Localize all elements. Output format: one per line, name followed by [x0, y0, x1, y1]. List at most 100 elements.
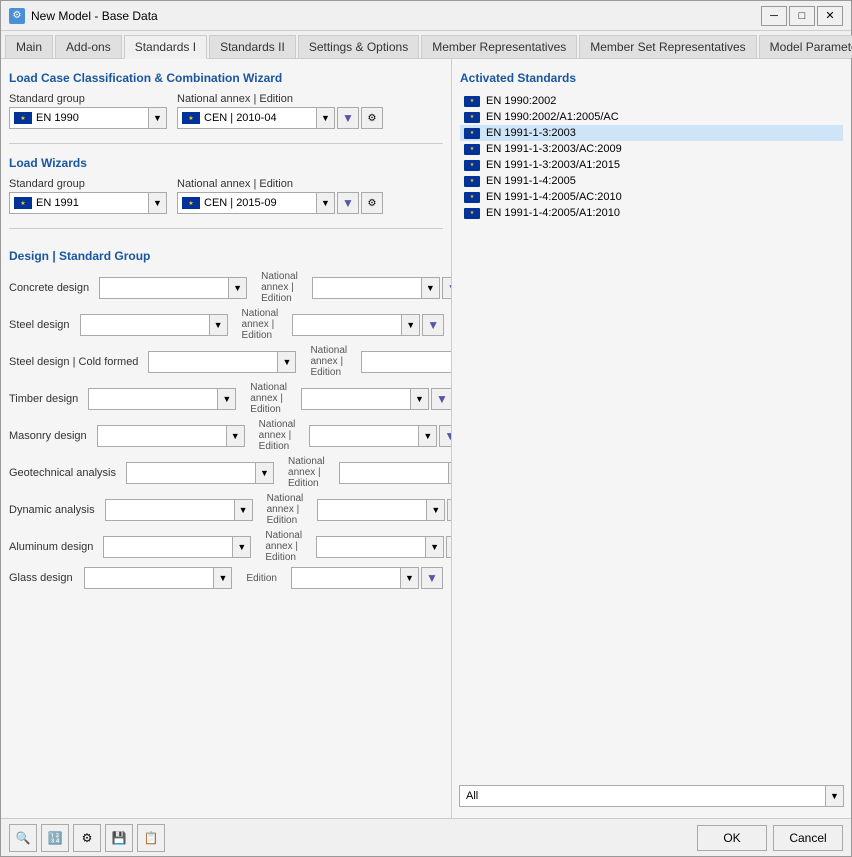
lw-standard-select[interactable]: ★ EN 1991	[9, 192, 149, 214]
design-label-steel-cold: Steel design | Cold formed	[9, 356, 138, 368]
lw-standard-dropdown[interactable]: ▼	[149, 192, 167, 214]
concrete-standard-select[interactable]	[99, 277, 229, 299]
steel-cold-national-select[interactable]	[361, 351, 451, 373]
aluminum-national-dropdown[interactable]: ▼	[426, 536, 444, 558]
geo-standard-dropdown[interactable]: ▼	[256, 462, 274, 484]
divider-2	[9, 228, 443, 229]
masonry-national-select[interactable]	[309, 425, 419, 447]
cancel-button[interactable]: Cancel	[773, 825, 843, 851]
concrete-national-dropdown[interactable]: ▼	[422, 277, 440, 299]
tab-standards-ii[interactable]: Standards II	[209, 35, 296, 58]
tab-bar: Main Add-ons Standards I Standards II Se…	[1, 31, 851, 59]
lc-filter-button[interactable]: ▼	[337, 107, 359, 129]
maximize-button[interactable]: □	[789, 6, 815, 26]
masonry-standard-select[interactable]	[97, 425, 227, 447]
aluminum-standard-select[interactable]	[103, 536, 233, 558]
tab-addons[interactable]: Add-ons	[55, 35, 122, 58]
masonry-national-dropdown[interactable]: ▼	[419, 425, 437, 447]
lc-national-dropdown[interactable]: ▼	[317, 107, 335, 129]
tab-model-parameters[interactable]: Model Parameters	[759, 35, 852, 58]
content-area: Load Case Classification & Combination W…	[1, 59, 851, 856]
timber-national-select[interactable]	[301, 388, 411, 410]
geo-standard-select[interactable]	[126, 462, 256, 484]
lw-settings-button[interactable]: ⚙	[361, 192, 383, 214]
glass-edition-select[interactable]	[291, 567, 401, 589]
timber-standard-dropdown[interactable]: ▼	[218, 388, 236, 410]
dynamic-national-dropdown[interactable]: ▼	[427, 499, 445, 521]
masonry-standard-dropdown[interactable]: ▼	[227, 425, 245, 447]
filter-dropdown-btn[interactable]: ▼	[826, 785, 844, 807]
eu-flag-icon-3: ★	[14, 197, 32, 209]
bottom-buttons: OK Cancel	[697, 825, 843, 851]
dynamic-standard-dropdown[interactable]: ▼	[235, 499, 253, 521]
steel-filter-button[interactable]: ▼	[422, 314, 444, 336]
steel-national-dropdown[interactable]: ▼	[402, 314, 420, 336]
masonry-filter-button[interactable]: ▼	[439, 425, 451, 447]
std-item-2[interactable]: ★ EN 1991-1-3:2003	[460, 125, 843, 141]
glass-filter-button[interactable]: ▼	[421, 567, 443, 589]
lc-standard-dropdown[interactable]: ▼	[149, 107, 167, 129]
glass-standard-select[interactable]	[84, 567, 214, 589]
lw-standard-group: Standard group ★ EN 1991 ▼	[9, 178, 167, 214]
copy-icon-btn[interactable]: 📋	[137, 824, 165, 852]
design-row-geotechnical: Geotechnical analysis ▼ National annex |…	[9, 456, 443, 489]
geo-national-select[interactable]	[339, 462, 449, 484]
lw-national-select[interactable]: ★ CEN | 2015-09	[177, 192, 317, 214]
numbers-icon-btn[interactable]: 🔢	[41, 824, 69, 852]
lc-standard-select[interactable]: ★ EN 1990	[9, 107, 149, 129]
design-label-steel: Steel design	[9, 319, 70, 331]
timber-national-dropdown[interactable]: ▼	[411, 388, 429, 410]
std-item-0[interactable]: ★ EN 1990:2002	[460, 93, 843, 109]
eu-flag-std-4: ★	[464, 160, 480, 171]
design-row-aluminum: Aluminum design ▼ National annex | Editi…	[9, 530, 443, 563]
tab-main[interactable]: Main	[5, 35, 53, 58]
steel-cold-standard-select[interactable]	[148, 351, 278, 373]
tab-member-representatives[interactable]: Member Representatives	[421, 35, 577, 58]
std-item-4[interactable]: ★ EN 1991-1-3:2003/A1:2015	[460, 157, 843, 173]
lc-national-value: CEN | 2010-04	[204, 112, 277, 124]
lw-filter-button[interactable]: ▼	[337, 192, 359, 214]
steel-cold-standard-dropdown[interactable]: ▼	[278, 351, 296, 373]
std-item-3[interactable]: ★ EN 1991-1-3:2003/AC:2009	[460, 141, 843, 157]
lw-national-label: National annex | Edition	[177, 178, 383, 190]
steel-national-select[interactable]	[292, 314, 402, 336]
tab-member-set-representatives[interactable]: Member Set Representatives	[579, 35, 756, 58]
glass-standard-dropdown[interactable]: ▼	[214, 567, 232, 589]
minimize-button[interactable]: ─	[761, 6, 787, 26]
timber-standard-select[interactable]	[88, 388, 218, 410]
dynamic-national-select[interactable]	[317, 499, 427, 521]
concrete-standard-dropdown[interactable]: ▼	[229, 277, 247, 299]
lc-settings-button[interactable]: ⚙	[361, 107, 383, 129]
design-row-masonry: Masonry design ▼ National annex | Editio…	[9, 419, 443, 452]
timber-filter-button[interactable]: ▼	[431, 388, 451, 410]
concrete-filter-button[interactable]: ▼	[442, 277, 451, 299]
ok-button[interactable]: OK	[697, 825, 767, 851]
search-icon-btn[interactable]: 🔍	[9, 824, 37, 852]
std-label-7: EN 1991-1-4:2005/A1:2010	[486, 207, 620, 219]
concrete-national-select[interactable]	[312, 277, 422, 299]
std-item-5[interactable]: ★ EN 1991-1-4:2005	[460, 173, 843, 189]
std-item-7[interactable]: ★ EN 1991-1-4:2005/A1:2010	[460, 205, 843, 221]
design-label-concrete: Concrete design	[9, 282, 89, 294]
filter-section: All ▼	[459, 785, 844, 807]
tab-standards-i[interactable]: Standards I	[124, 35, 207, 59]
aluminum-national-select[interactable]	[316, 536, 426, 558]
tab-settings-options[interactable]: Settings & Options	[298, 35, 419, 58]
dynamic-standard-select[interactable]	[105, 499, 235, 521]
gear-icon-btn[interactable]: ⚙	[73, 824, 101, 852]
design-label-masonry: Masonry design	[9, 430, 87, 442]
std-item-6[interactable]: ★ EN 1991-1-4:2005/AC:2010	[460, 189, 843, 205]
glass-edition-dropdown[interactable]: ▼	[401, 567, 419, 589]
steel-standard-select[interactable]	[80, 314, 210, 336]
aluminum-standard-dropdown[interactable]: ▼	[233, 536, 251, 558]
save-icon-btn[interactable]: 💾	[105, 824, 133, 852]
steel-standard-dropdown[interactable]: ▼	[210, 314, 228, 336]
filter-select[interactable]: All	[459, 785, 826, 807]
concrete-national-label: National annex | Edition	[261, 271, 298, 304]
std-item-1[interactable]: ★ EN 1990:2002/A1:2005/AC	[460, 109, 843, 125]
close-button[interactable]: ✕	[817, 6, 843, 26]
lc-national-select[interactable]: ★ CEN | 2010-04	[177, 107, 317, 129]
divider-1	[9, 143, 443, 144]
aluminum-national-label: National annex | Edition	[265, 530, 302, 563]
lw-national-dropdown[interactable]: ▼	[317, 192, 335, 214]
